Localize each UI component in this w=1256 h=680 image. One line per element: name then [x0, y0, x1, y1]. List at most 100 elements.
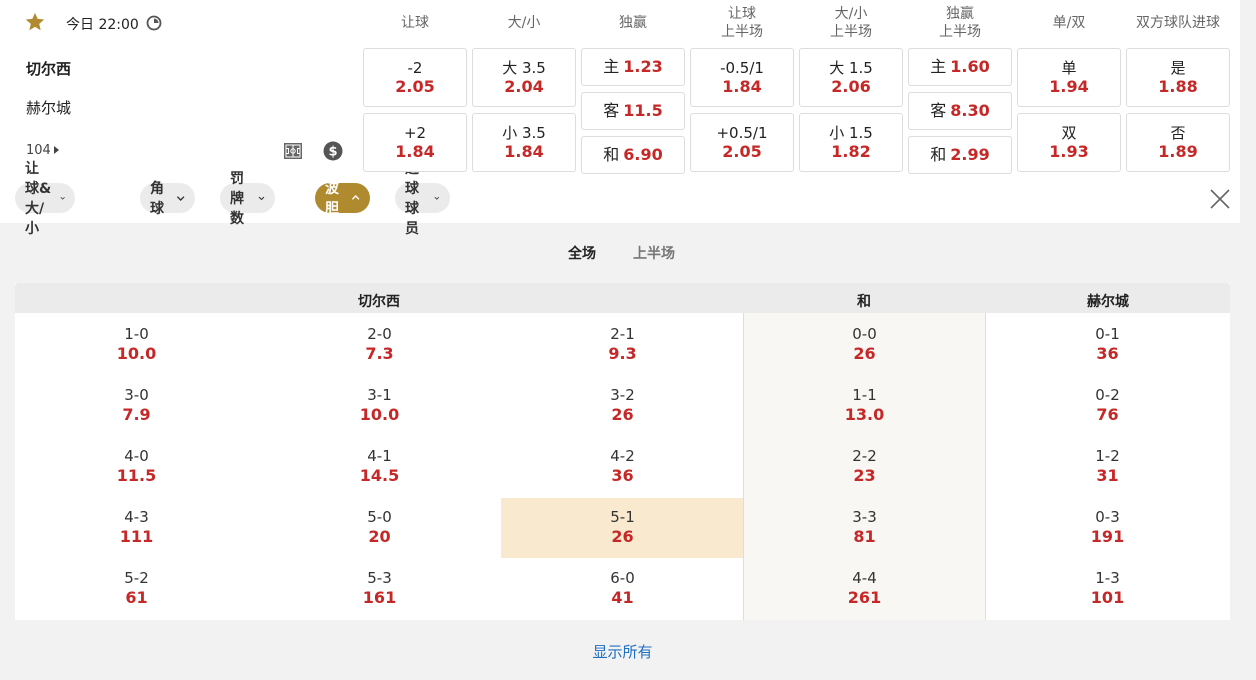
- chevron-up-icon: [351, 195, 360, 200]
- score-label: 5-1: [610, 508, 635, 526]
- odds-button[interactable]: 是 1.88: [1126, 48, 1230, 107]
- column-header: 让球: [363, 4, 467, 42]
- score-label: 0-3: [1095, 508, 1120, 526]
- score-odds: 9.3: [608, 344, 637, 363]
- odds-value: 8.30: [950, 101, 990, 120]
- more-markets-link[interactable]: 104: [26, 143, 59, 158]
- odds-button[interactable]: 大 1.5 2.06: [799, 48, 903, 107]
- pitch-icon[interactable]: [283, 141, 303, 161]
- period-tabs: 全场 上半场: [0, 243, 1256, 263]
- odds-value: 2.99: [950, 145, 990, 164]
- score-option[interactable]: 5-1 26: [501, 508, 744, 546]
- home-column-header: 切尔西: [358, 294, 400, 310]
- score-option[interactable]: 2-1 9.3: [501, 325, 744, 363]
- odds-value: 1.82: [831, 141, 871, 161]
- filter-label: 角球: [150, 181, 164, 217]
- close-icon[interactable]: [1208, 187, 1232, 211]
- odds-button[interactable]: 小 3.5 1.84: [472, 113, 576, 172]
- score-option[interactable]: 4-2 36: [501, 447, 744, 485]
- score-odds: 20: [368, 527, 391, 546]
- odds-button[interactable]: 客 8.30: [908, 92, 1012, 130]
- filter-pill[interactable]: 角球: [140, 181, 195, 217]
- odds-label: 单: [1061, 58, 1077, 77]
- score-label: 2-2: [852, 447, 877, 465]
- filter-pill[interactable]: 波胆: [315, 181, 370, 217]
- score-odds: 161: [362, 588, 397, 607]
- away-team-name: 赫尔城: [26, 99, 72, 117]
- filter-pill[interactable]: 罚牌数: [220, 171, 275, 227]
- score-option[interactable]: 1-1 13.0: [743, 386, 986, 424]
- score-option[interactable]: 0-2 76: [986, 386, 1229, 424]
- column-header: 单/双: [1017, 4, 1121, 42]
- favorite-star-icon[interactable]: [24, 11, 46, 33]
- score-option[interactable]: 5-2 61: [15, 569, 258, 607]
- odds-button[interactable]: +2 1.84: [363, 113, 467, 172]
- odds-button[interactable]: 主 1.60: [908, 48, 1012, 86]
- odds-value: 2.05: [395, 76, 435, 96]
- odds-label: 大 1.5: [829, 58, 873, 77]
- tab-first-half[interactable]: 上半场: [633, 243, 675, 263]
- score-option[interactable]: 0-0 26: [743, 325, 986, 363]
- odds-label: 客: [930, 101, 947, 120]
- filter-pill[interactable]: 进球球员: [395, 161, 450, 237]
- column-header-period: 上半场: [939, 24, 981, 40]
- odds-button[interactable]: 和 2.99: [908, 136, 1012, 174]
- score-option[interactable]: 4-3 111: [15, 508, 258, 546]
- odds-button[interactable]: 和 6.90: [581, 136, 685, 174]
- column-header-title: 大/小: [834, 6, 868, 22]
- score-option[interactable]: 6-0 41: [501, 569, 744, 607]
- svg-text:$: $: [328, 145, 337, 160]
- score-label: 5-3: [367, 569, 392, 587]
- odds-button[interactable]: 双 1.93: [1017, 113, 1121, 172]
- score-option[interactable]: 4-0 11.5: [15, 447, 258, 485]
- away-column-header: 赫尔城: [1087, 294, 1129, 310]
- score-label: 5-2: [124, 569, 149, 587]
- score-odds: 81: [853, 527, 876, 546]
- score-odds: 36: [611, 466, 634, 485]
- tab-full-time[interactable]: 全场: [568, 243, 596, 263]
- filter-pill[interactable]: 让球&大/小: [15, 161, 76, 237]
- odds-value: 1.89: [1158, 141, 1198, 161]
- odds-button[interactable]: 主 1.23: [581, 48, 685, 86]
- score-option[interactable]: 2-0 7.3: [258, 325, 501, 363]
- score-option[interactable]: 3-2 26: [501, 386, 744, 424]
- odds-button[interactable]: 否 1.89: [1126, 113, 1230, 172]
- score-option[interactable]: 4-1 14.5: [258, 447, 501, 485]
- score-option[interactable]: 0-1 36: [986, 325, 1229, 363]
- column-header: 双方球队进球: [1126, 4, 1230, 42]
- score-odds: 261: [847, 588, 882, 607]
- score-option[interactable]: 3-0 7.9: [15, 386, 258, 424]
- score-option[interactable]: 2-2 23: [743, 447, 986, 485]
- score-label: 3-2: [610, 386, 635, 404]
- score-option[interactable]: 1-2 31: [986, 447, 1229, 485]
- score-odds: 26: [611, 527, 634, 546]
- cashout-dollar-icon[interactable]: $: [323, 141, 343, 161]
- score-option[interactable]: 3-3 81: [743, 508, 986, 546]
- score-option[interactable]: 1-0 10.0: [15, 325, 258, 363]
- odds-value: 2.05: [722, 141, 762, 161]
- score-option[interactable]: 3-1 10.0: [258, 386, 501, 424]
- column-header: 独赢: [581, 4, 685, 42]
- odds-button[interactable]: +0.5/1 2.05: [690, 113, 794, 172]
- column-header-title: 让球: [728, 6, 756, 22]
- odds-button[interactable]: -0.5/1 1.84: [690, 48, 794, 107]
- odds-label: 否: [1170, 123, 1186, 142]
- score-option[interactable]: 0-3 191: [986, 508, 1229, 546]
- correct-score-header: 切尔西 和 赫尔城: [15, 283, 1230, 313]
- score-odds: 10.0: [359, 405, 400, 424]
- odds-value: 1.60: [950, 57, 990, 76]
- column-header: 大/小 上半场: [799, 4, 903, 42]
- show-all-link[interactable]: 显示所有: [0, 641, 1245, 662]
- score-option[interactable]: 5-0 20: [258, 508, 501, 546]
- score-option[interactable]: 1-3 101: [986, 569, 1229, 607]
- odds-button[interactable]: 小 1.5 1.82: [799, 113, 903, 172]
- score-label: 0-0: [852, 325, 877, 343]
- score-option[interactable]: 4-4 261: [743, 569, 986, 607]
- score-option[interactable]: 5-3 161: [258, 569, 501, 607]
- odds-label: 和: [930, 145, 947, 164]
- score-odds: 7.9: [122, 405, 151, 424]
- odds-button[interactable]: 大 3.5 2.04: [472, 48, 576, 107]
- odds-button[interactable]: 单 1.94: [1017, 48, 1121, 107]
- odds-button[interactable]: 客 11.5: [581, 92, 685, 130]
- odds-button[interactable]: -2 2.05: [363, 48, 467, 107]
